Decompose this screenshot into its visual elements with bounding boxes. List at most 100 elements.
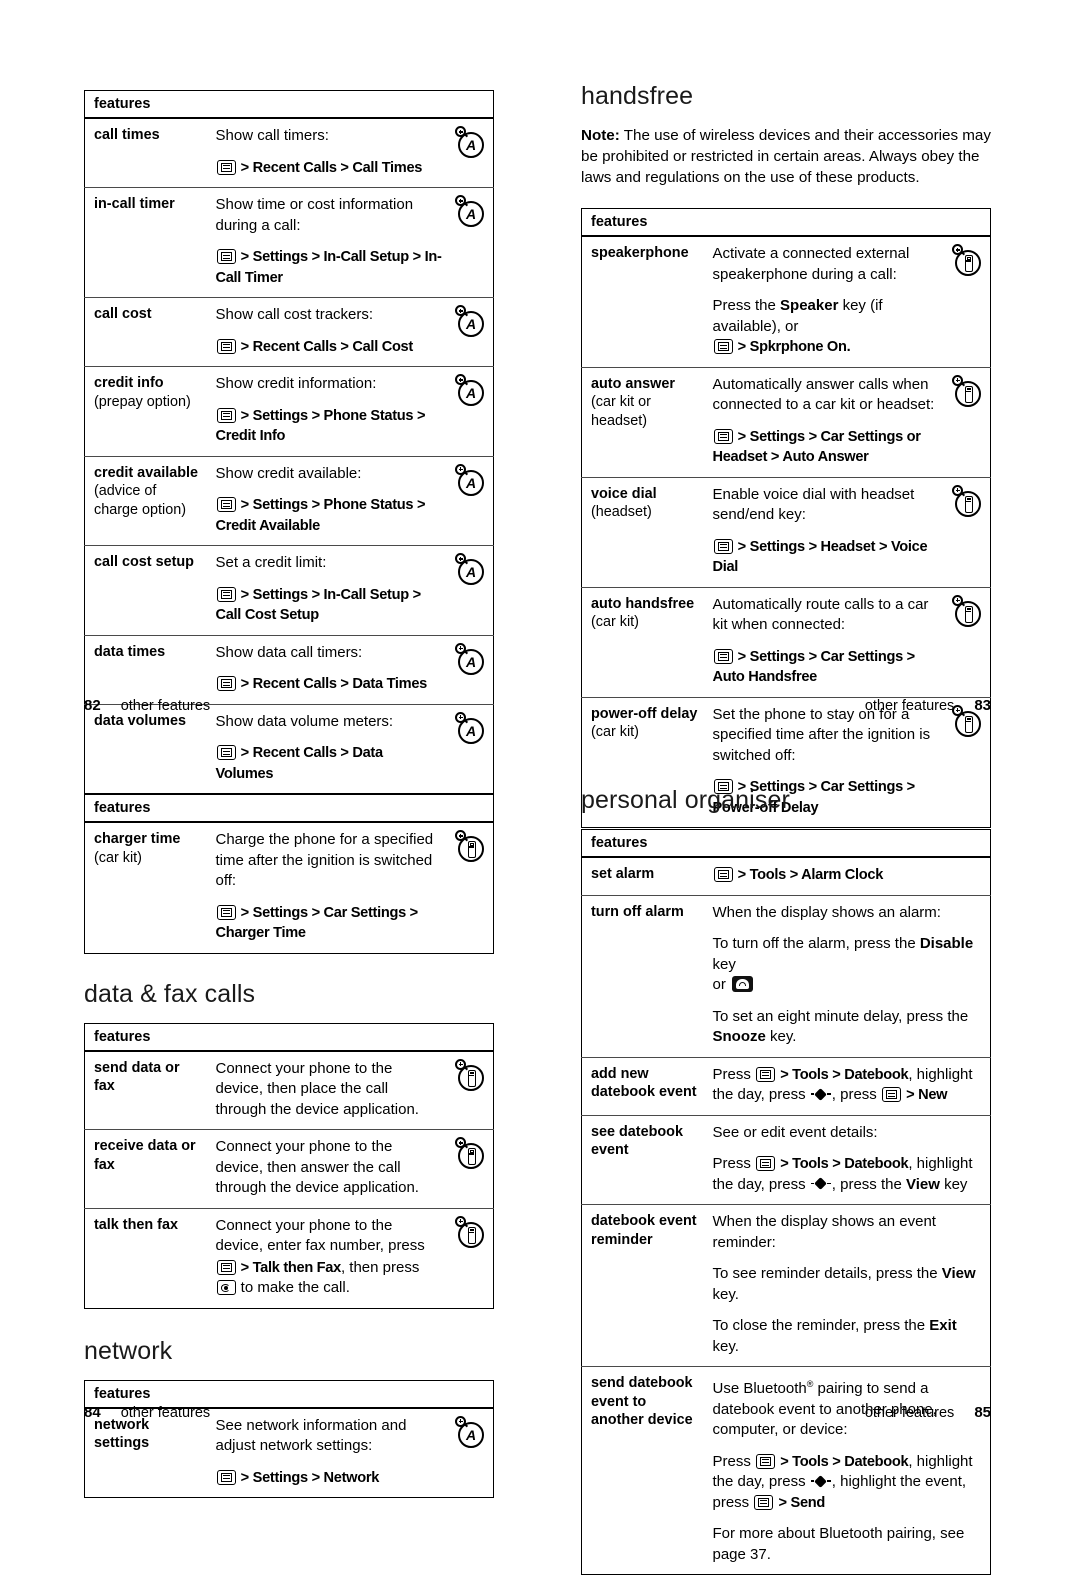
table-header-label: features	[581, 829, 991, 858]
feature-name: voice dial (headset)	[581, 476, 704, 587]
feature-description: Show time or cost information during a c…	[206, 187, 446, 298]
feature-name-sub: (prepay option)	[94, 393, 191, 410]
feature-description: Connect your phone to the device, then p…	[206, 1050, 446, 1130]
power-key-icon	[732, 976, 754, 992]
page-85-content: personal organiser features set alarm > …	[581, 786, 991, 1575]
feature-icon-cell	[446, 1129, 494, 1208]
network-feature-icon: A	[455, 553, 489, 587]
table-header-row: features	[84, 1023, 494, 1052]
feature-icon-cell	[446, 1050, 494, 1130]
menu-path: > Recent Calls > Data Times	[216, 674, 443, 695]
menu-key-icon	[713, 538, 733, 554]
table-header-label: features	[581, 208, 991, 237]
features-table-data-fax: features send data or fax Connect your p…	[84, 1022, 494, 1309]
menu-key-icon	[216, 249, 236, 264]
navigation-key-icon	[810, 1474, 831, 1488]
menu-key-icon	[216, 1469, 236, 1485]
menu-key-icon	[216, 745, 236, 760]
handset-feature-icon	[952, 374, 986, 409]
footer-right: other features 83	[865, 697, 991, 714]
menu-path: > Settings > Phone Status > Credit Avail…	[215, 497, 426, 534]
desc-line: Charge the phone for a specified time af…	[215, 831, 434, 889]
feature-name-sub: (car kit or headset)	[591, 394, 651, 429]
handset-feature-icon	[455, 1215, 489, 1250]
menu-path: > Settings > Network	[216, 1468, 443, 1489]
menu-key-icon	[756, 1453, 776, 1469]
feature-name: speakerphone	[581, 235, 704, 367]
menu-key-icon	[216, 1259, 236, 1275]
footer-left: 82 other features	[84, 697, 210, 714]
desc-line: When the display shows an alarm:	[712, 903, 941, 921]
table-header-row: features	[84, 90, 494, 119]
manual-spread: features call times Show call timers: > …	[0, 0, 1080, 1575]
footer-label: other features	[864, 698, 955, 714]
network-feature-icon: A	[455, 642, 489, 677]
desc-line: Show call timers:	[215, 127, 329, 144]
feature-name: call cost setup	[84, 545, 207, 635]
bluetooth-label: Bluetooth	[743, 1380, 807, 1397]
desc-line-add-event: Press > Tools > Datebook, highlight the …	[712, 1065, 973, 1104]
menu-path: > Tools > Alarm Clock	[713, 865, 987, 886]
note-label: Note:	[581, 127, 620, 144]
table-row: call cost setup Set a credit limit: > Se…	[84, 545, 494, 635]
feature-description: Automatically route calls to a car kit w…	[703, 586, 943, 697]
table-row: datebook event reminder When the display…	[581, 1204, 991, 1367]
page-84-85: features charger time (car kit) Charge th…	[0, 764, 1080, 1575]
feature-icon-cell	[943, 366, 991, 477]
footer-label: other features	[864, 1405, 955, 1421]
table-row: add new datebook event Press > Tools > D…	[581, 1056, 991, 1115]
features-table-personal-organiser: features set alarm > Tools > Alarm Clock…	[581, 829, 991, 1575]
network-feature-icon: A	[455, 195, 489, 229]
desc-line: Show credit information:	[215, 375, 377, 392]
desc-line-send-event: Press > Tools > Datebook, highlight the …	[712, 1452, 973, 1511]
feature-description: Charge the phone for a specified time af…	[206, 821, 446, 953]
desc-line: When the display shows an event reminder…	[712, 1213, 936, 1251]
feature-name: turn off alarm	[581, 894, 704, 1057]
table-row: charger time (car kit) Charge the phone f…	[84, 821, 494, 953]
feature-icon-cell: A	[446, 455, 494, 546]
view-key-label: View	[941, 1265, 976, 1282]
feature-icon-cell	[943, 476, 991, 587]
desc-line: Show time or cost information during a c…	[215, 196, 414, 234]
feature-description: Show call timers: > Recent Calls > Call …	[206, 117, 446, 188]
feature-icon-cell: A	[446, 117, 494, 188]
feature-name: auto handsfree (car kit)	[581, 586, 704, 697]
menu-path: > Settings > In-Call Setup > Call Cost S…	[215, 586, 421, 623]
section-title-data-fax: data & fax calls	[84, 979, 256, 1008]
feature-name: send data or fax	[84, 1050, 207, 1130]
table-row: voice dial (headset) Enable voice dial wi…	[581, 476, 991, 587]
feature-name: see datebook event	[581, 1114, 704, 1205]
feature-name: in-call timer	[84, 187, 207, 298]
feature-name: charger time (car kit)	[84, 821, 207, 953]
handset-feature-icon	[952, 594, 986, 629]
desc-line-snooze: To set an eight minute delay, press the S…	[712, 1007, 969, 1046]
feature-icon-cell: A	[446, 366, 494, 456]
desc-line: Automatically route calls to a car kit w…	[712, 595, 929, 634]
speaker-key-label: Speaker	[780, 297, 839, 314]
table-header-row: features	[581, 829, 991, 858]
feature-name-sub: (headset)	[591, 504, 652, 520]
footer-label: other features	[120, 1405, 211, 1421]
feature-description: When the display shows an event reminder…	[703, 1204, 991, 1367]
navigation-key-icon	[810, 1087, 831, 1101]
table-row: set alarm > Tools > Alarm Clock	[581, 856, 991, 895]
feature-name: talk then fax	[84, 1207, 207, 1308]
feature-description: Connect your phone to the device, then a…	[206, 1129, 446, 1208]
menu-key-icon	[756, 1156, 776, 1171]
view-key-label: View	[905, 1175, 940, 1193]
menu-path: > Settings > Phone Status > Credit Info	[215, 407, 426, 444]
network-feature-icon: A	[455, 1415, 489, 1450]
feature-name: call times	[84, 117, 207, 188]
menu-path: > Settings > In-Call Setup > In-Call Tim…	[215, 249, 442, 286]
feature-icon-cell: A	[446, 297, 494, 367]
feature-description: Activate a connected external speakerpho…	[703, 235, 943, 367]
features-table-call-timers: features call times Show call timers: > …	[84, 90, 494, 794]
handset-feature-icon	[455, 830, 489, 864]
menu-key-icon	[713, 648, 733, 664]
feature-description: When the display shows an alarm: To turn…	[703, 894, 991, 1057]
table-header-row: features	[84, 794, 494, 823]
feature-name-sub: (advice of charge option)	[94, 483, 187, 518]
network-feature-icon: A	[455, 711, 489, 746]
feature-description: See or edit event details: Press > Tools…	[703, 1114, 991, 1205]
menu-key-icon	[881, 1087, 901, 1102]
